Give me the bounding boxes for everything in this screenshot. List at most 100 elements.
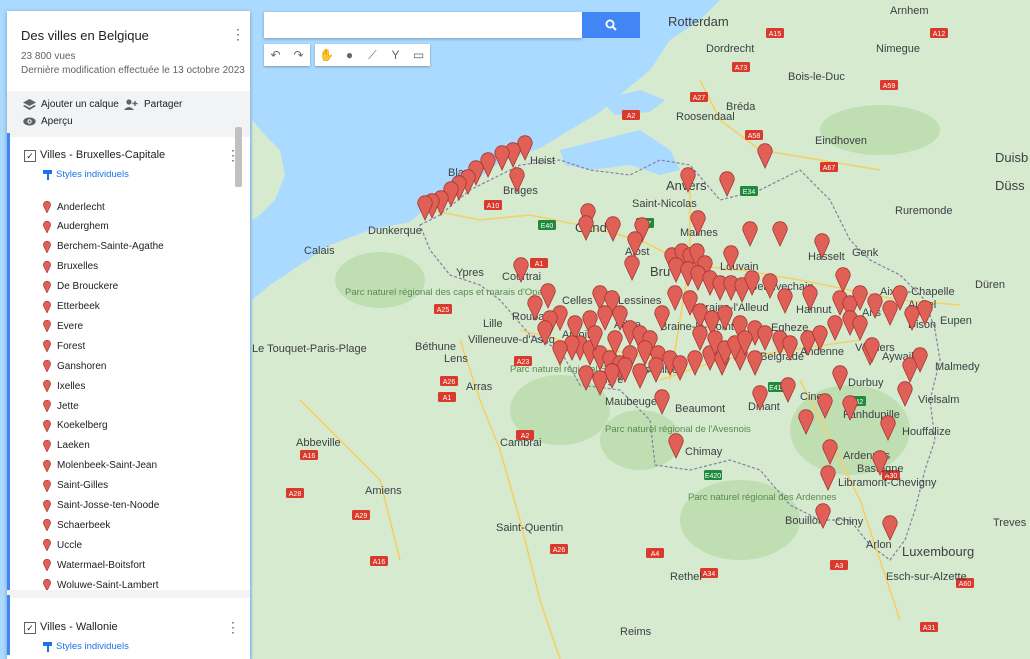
- place-label: Aix-la-Chapelle: [880, 286, 955, 298]
- road-shield: A16: [370, 556, 388, 566]
- place-label: Esch-sur-Alzette: [886, 571, 967, 583]
- park-label: Parc naturel régional des caps et marais…: [345, 287, 550, 298]
- layer-options-button[interactable]: ⋮: [226, 619, 240, 635]
- place-label: Chiny: [835, 516, 864, 528]
- history-toolbar: ↶ ↷: [264, 44, 310, 66]
- list-item[interactable]: Ixelles: [43, 380, 86, 393]
- styles-link[interactable]: Styles individuels: [43, 169, 129, 180]
- layer-title[interactable]: Villes - Bruxelles-Capitale: [40, 149, 165, 161]
- list-item-label: Jette: [57, 400, 79, 412]
- search-box[interactable]: [264, 12, 582, 38]
- list-item-label: Laeken: [57, 440, 90, 452]
- preview-button[interactable]: Aperçu: [23, 116, 73, 127]
- ruler-icon[interactable]: ▭: [407, 44, 430, 66]
- map-options-button[interactable]: ⋮: [231, 26, 245, 42]
- layer-checkbox[interactable]: ✓: [24, 150, 36, 162]
- share-button[interactable]: Partager: [123, 99, 182, 110]
- place-label: Düss: [995, 178, 1025, 193]
- svg-text:A25: A25: [437, 307, 450, 314]
- place-label: Libramont-Chevigny: [838, 477, 937, 489]
- place-label: Bru: [650, 264, 670, 279]
- list-item[interactable]: De Brouckere: [43, 280, 118, 293]
- svg-text:E40: E40: [541, 223, 554, 230]
- add-layer-button[interactable]: Ajouter un calque: [23, 99, 119, 110]
- list-item[interactable]: Anderlecht: [43, 201, 105, 213]
- road-shield: A58: [745, 130, 763, 140]
- list-item[interactable]: Auderghem: [43, 220, 109, 233]
- list-item-label: Auderghem: [57, 221, 109, 233]
- marker-icon[interactable]: ●: [338, 44, 361, 66]
- road-shield: E420: [704, 470, 722, 480]
- list-item[interactable]: Molenbeek-Saint-Jean: [43, 459, 157, 472]
- list-item[interactable]: Ganshoren: [43, 360, 106, 373]
- svg-text:A28: A28: [289, 491, 302, 498]
- search-input[interactable]: [270, 12, 574, 38]
- place-label: Beaumont: [675, 403, 725, 415]
- list-item[interactable]: Schaerbeek: [43, 519, 110, 532]
- hand-icon[interactable]: ✋: [315, 44, 338, 66]
- place-label: Treves: [993, 517, 1027, 529]
- layer-checkbox[interactable]: ✓: [24, 622, 36, 634]
- list-item[interactable]: Evere: [43, 320, 83, 333]
- road-shield: A67: [820, 162, 838, 172]
- list-item-label: Forest: [57, 340, 86, 352]
- map-title[interactable]: Des villes en Belgique: [21, 28, 149, 43]
- route-icon[interactable]: Y: [384, 44, 407, 66]
- line-icon[interactable]: ⟋: [361, 44, 384, 66]
- road-shield: E40: [538, 220, 556, 230]
- list-item-label: Ixelles: [57, 380, 86, 392]
- place-label: Hannut: [796, 304, 831, 316]
- list-item[interactable]: Saint-Josse-ten-Noode: [43, 499, 160, 512]
- pin-icon: [43, 260, 51, 273]
- preview-label: Aperçu: [41, 116, 73, 127]
- eye-icon: [23, 117, 36, 126]
- list-item[interactable]: Bruxelles: [43, 260, 98, 273]
- road-shield: A26: [440, 376, 458, 386]
- place-label: Cambrai: [500, 437, 542, 449]
- list-item[interactable]: Saint-Gilles: [43, 479, 109, 492]
- add-layer-label: Ajouter un calque: [41, 99, 119, 110]
- panel-header: Des villes en Belgique 23 800 vues Derni…: [7, 11, 250, 91]
- pin-icon: [43, 400, 51, 412]
- place-label: Le Touquet-Paris-Plage: [252, 343, 367, 355]
- place-label: Arlon: [866, 539, 892, 551]
- svg-text:A2: A2: [627, 113, 636, 120]
- pin-icon: [43, 240, 51, 253]
- list-item[interactable]: Etterbeek: [43, 300, 100, 313]
- list-item[interactable]: Berchem-Sainte-Agathe: [43, 240, 164, 253]
- search-icon: [605, 19, 617, 31]
- place-label: Ruremonde: [895, 205, 952, 217]
- layer-title[interactable]: Villes - Wallonie: [40, 621, 118, 633]
- list-item-label: Koekelberg: [57, 420, 108, 432]
- panel-scrollbar[interactable]: [235, 127, 242, 187]
- list-item-label: Saint-Josse-ten-Noode: [57, 500, 160, 511]
- list-item[interactable]: Laeken: [43, 439, 90, 452]
- svg-text:A58: A58: [748, 133, 761, 140]
- road-shield: A12: [930, 28, 948, 38]
- undo-icon[interactable]: ↶: [264, 44, 287, 66]
- road-shield: A73: [732, 62, 750, 72]
- pin-icon: [43, 320, 51, 333]
- place-label: Arras: [466, 381, 493, 393]
- list-item[interactable]: Watermael-Boitsfort: [43, 559, 145, 572]
- list-item[interactable]: Koekelberg: [43, 419, 108, 432]
- list-item-label: Saint-Gilles: [57, 480, 109, 492]
- redo-icon[interactable]: ↷: [287, 44, 310, 66]
- place-label: Duisb: [995, 150, 1028, 165]
- svg-text:A34: A34: [703, 571, 716, 578]
- styles-link[interactable]: Styles individuels: [43, 641, 129, 652]
- share-label: Partager: [144, 99, 183, 110]
- pin-icon: [43, 539, 51, 552]
- list-item[interactable]: Uccle: [43, 539, 82, 552]
- road-shield: E34: [740, 186, 758, 196]
- svg-text:E34: E34: [743, 189, 756, 196]
- svg-text:A16: A16: [303, 453, 316, 460]
- svg-text:A26: A26: [443, 379, 456, 386]
- pin-icon: [43, 380, 51, 393]
- pin-icon: [43, 519, 51, 532]
- road-shield: A15: [766, 28, 784, 38]
- search-button[interactable]: [582, 12, 640, 38]
- list-item[interactable]: Jette: [43, 400, 79, 412]
- list-item[interactable]: Forest: [43, 340, 86, 353]
- place-label: Bruges: [503, 185, 538, 197]
